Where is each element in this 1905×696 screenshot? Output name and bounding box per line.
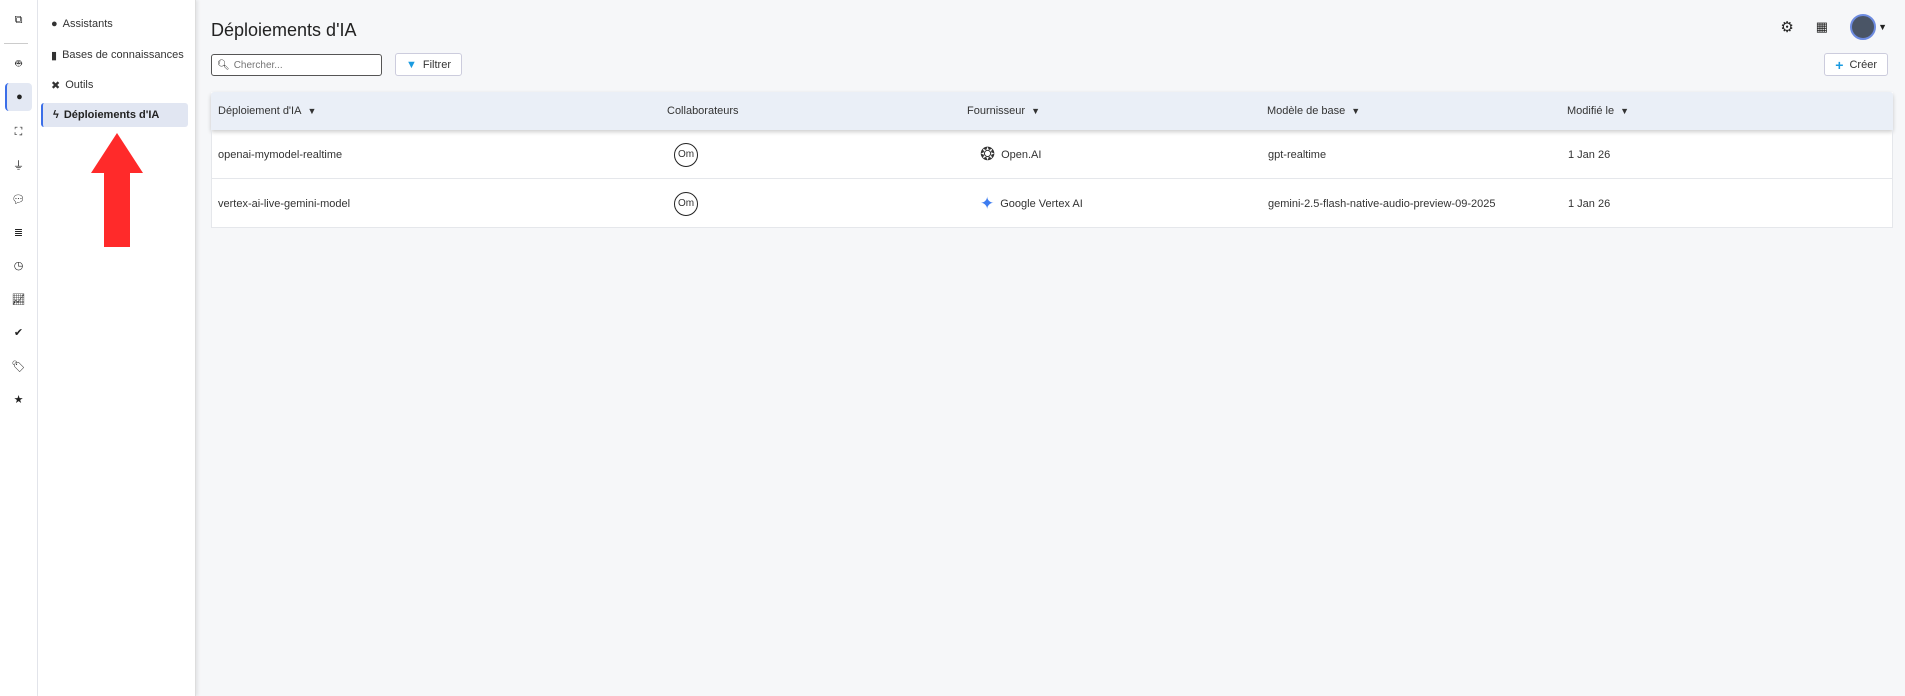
user-menu[interactable]: ▼ [1850, 14, 1887, 40]
column-header-modified[interactable]: Modifié le ▼ [1567, 92, 1629, 130]
base-model: gpt-realtime [1268, 148, 1327, 161]
comments-icon[interactable]: 💬︎ [5, 185, 32, 213]
plus-icon: + [1835, 56, 1844, 73]
icon-rail: ⧉ 🤖︎ ● ⛶ ⏚ 💬︎ ≣ ◷ 📈︎ ✔ 🏷︎ ★ [0, 0, 38, 696]
column-header-provider[interactable]: Fournisseur ▼ [967, 92, 1040, 130]
bolt-icon: ϟ [53, 109, 59, 121]
sitemap-icon[interactable]: ⛶ [5, 118, 32, 146]
deployments-table: Déploiement d'IA ▼ Collaborateurs Fournis… [211, 92, 1893, 228]
database-icon[interactable]: ≣ [5, 218, 32, 246]
deployment-name[interactable]: vertex-ai-live-gemini-model [218, 179, 350, 228]
openai-logo-icon: ❂ [980, 144, 996, 164]
clock-icon[interactable]: ◷ [5, 251, 32, 279]
annotation-arrow [91, 133, 143, 247]
table-row[interactable]: openai-mymodel-realtime Om ❂ Open.AI gpt-… [211, 130, 1893, 179]
robot-icon[interactable]: 🤖︎ [5, 50, 32, 78]
sub-navigation: ● Assistants ▮ Bases de connaissances ✖ Out… [38, 0, 196, 696]
collaborator-avatar: Om [674, 191, 698, 216]
collaborator-avatar: Om [674, 142, 698, 167]
search-field[interactable]: 🔍︎ [211, 54, 382, 76]
chevron-down-icon: ▼ [307, 106, 317, 116]
check-circle-icon[interactable]: ✔ [5, 318, 32, 346]
sidebar-toggle-icon[interactable]: ⧉ [5, 6, 32, 34]
provider-name: Open.AI [1001, 148, 1042, 161]
chart-icon[interactable]: 📈︎ [5, 285, 32, 313]
chevron-down-icon: ▼ [1620, 106, 1629, 116]
nav-item-tools[interactable]: ✖ Outils [41, 73, 188, 97]
column-header-deployment[interactable]: Déploiement d'IA ▼ [218, 92, 316, 130]
top-right-toolbar: ⚙ ▦ ▼ [1780, 14, 1887, 40]
column-header-base-model[interactable]: Modèle de base ▼ [1267, 92, 1360, 130]
search-icon: 🔍︎ [217, 59, 230, 71]
filter-button[interactable]: ▼ Filtrer [395, 53, 462, 76]
gear-icon[interactable]: ⚙ [1780, 18, 1793, 36]
book-icon: ▮ [51, 49, 58, 62]
table-row[interactable]: vertex-ai-live-gemini-model Om ✦ Google V… [211, 179, 1893, 228]
base-model: gemini-2.5-flash-native-audio-preview-09… [1268, 197, 1496, 210]
deployment-name[interactable]: openai-mymodel-realtime [218, 130, 342, 179]
brain-icon[interactable]: ● [5, 83, 32, 111]
google-vertex-logo-icon: ✦ [980, 193, 995, 213]
create-button[interactable]: + Créer [1824, 53, 1888, 76]
chevron-down-icon: ▼ [1878, 22, 1887, 32]
star-icon[interactable]: ★ [5, 385, 32, 413]
nav-item-ai-deployments[interactable]: ϟ Déploiements d'IA [41, 103, 188, 127]
search-input[interactable] [233, 59, 374, 71]
modified-date: 1 Jan 26 [1568, 148, 1611, 161]
column-header-collaborators: Collaborateurs [667, 105, 739, 117]
filter-icon: ▼ [406, 58, 417, 71]
apps-grid-icon[interactable]: ▦ [1816, 19, 1828, 35]
modified-date: 1 Jan 26 [1568, 197, 1611, 210]
avatar[interactable] [1850, 14, 1877, 40]
nav-item-assistants[interactable]: ● Assistants [41, 12, 188, 36]
nav-item-knowledge-bases[interactable]: ▮ Bases de connaissances [41, 43, 188, 67]
tools-icon: ✖ [51, 79, 61, 92]
page-title: Déploiements d'IA [211, 20, 357, 40]
tag-icon[interactable]: 🏷︎ [5, 352, 32, 380]
plug-icon[interactable]: ⏚ [5, 151, 32, 179]
main-content: Déploiements d'IA 🔍︎ ▼ Filtrer ⚙ ▦ ▼ + C… [197, 0, 1905, 696]
divider [4, 43, 28, 44]
table-header: Déploiement d'IA ▼ Collaborateurs Fournis… [211, 92, 1893, 130]
chevron-down-icon: ▼ [1351, 106, 1361, 116]
chevron-down-icon: ▼ [1031, 106, 1040, 116]
provider-name: Google Vertex AI [1000, 197, 1083, 210]
brain-icon: ● [51, 18, 58, 30]
